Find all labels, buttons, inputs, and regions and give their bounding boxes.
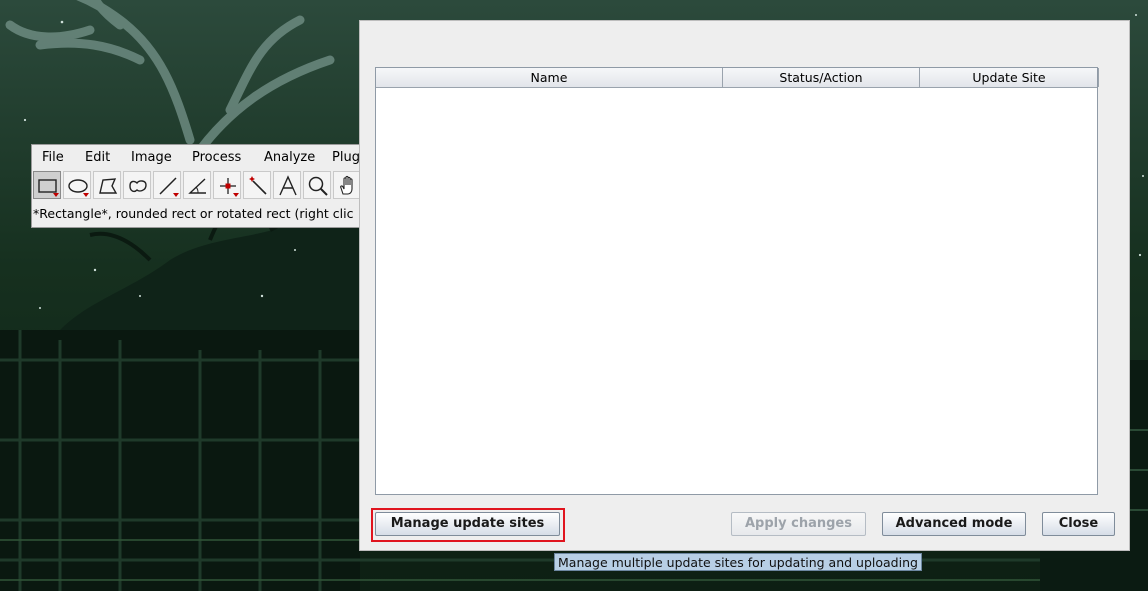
text-icon xyxy=(279,175,297,196)
line-tool-button[interactable] xyxy=(153,171,181,199)
status-text: *Rectangle*, rounded rect or rotated rec… xyxy=(33,206,354,221)
angle-tool-button[interactable] xyxy=(183,171,211,199)
column-header-name[interactable]: Name xyxy=(376,68,723,87)
wand-tool-button[interactable] xyxy=(243,171,271,199)
manage-update-sites-button[interactable]: Manage update sites xyxy=(375,512,560,536)
hand-icon xyxy=(340,175,353,195)
freehand-icon xyxy=(129,180,147,193)
column-header-update-site[interactable]: Update Site xyxy=(920,68,1099,87)
magnifier-icon xyxy=(308,176,328,196)
angle-icon xyxy=(188,178,206,194)
text-tool-button[interactable] xyxy=(273,171,301,199)
freehand-tool-button[interactable] xyxy=(123,171,151,199)
imagej-window: File Edit Image Process Analyze Plug *Re… xyxy=(31,144,363,228)
hand-tool-button[interactable] xyxy=(333,171,361,199)
menu-analyze[interactable]: Analyze xyxy=(264,150,315,165)
wand-icon xyxy=(249,176,267,195)
tooltip: Manage multiple update sites for updatin… xyxy=(554,553,922,571)
zoom-tool-button[interactable] xyxy=(303,171,331,199)
table-header: Name Status/Action Update Site xyxy=(376,68,1099,88)
submenu-indicator-icon xyxy=(53,193,59,197)
apply-changes-button[interactable]: Apply changes xyxy=(731,512,866,536)
oval-tool-button[interactable] xyxy=(63,171,91,199)
menu-bar: File Edit Image Process Analyze Plug xyxy=(32,145,362,169)
polygon-tool-button[interactable] xyxy=(93,171,121,199)
menu-plugins[interactable]: Plug xyxy=(332,150,360,165)
submenu-indicator-icon xyxy=(233,193,239,197)
close-button[interactable]: Close xyxy=(1042,512,1115,536)
column-header-status-action[interactable]: Status/Action xyxy=(723,68,920,87)
menu-process[interactable]: Process xyxy=(192,150,241,165)
point-tool-button[interactable] xyxy=(213,171,241,199)
submenu-indicator-icon xyxy=(83,193,89,197)
advanced-mode-button[interactable]: Advanced mode xyxy=(882,512,1026,536)
menu-edit[interactable]: Edit xyxy=(85,150,110,165)
polygon-icon xyxy=(99,178,118,194)
submenu-indicator-icon xyxy=(173,193,179,197)
rectangle-tool-button[interactable] xyxy=(33,171,61,199)
menu-image[interactable]: Image xyxy=(131,150,172,165)
updates-table[interactable]: Name Status/Action Update Site xyxy=(375,67,1099,495)
updater-dialog: Name Status/Action Update Site Manage up… xyxy=(359,20,1130,551)
menu-file[interactable]: File xyxy=(42,150,64,165)
